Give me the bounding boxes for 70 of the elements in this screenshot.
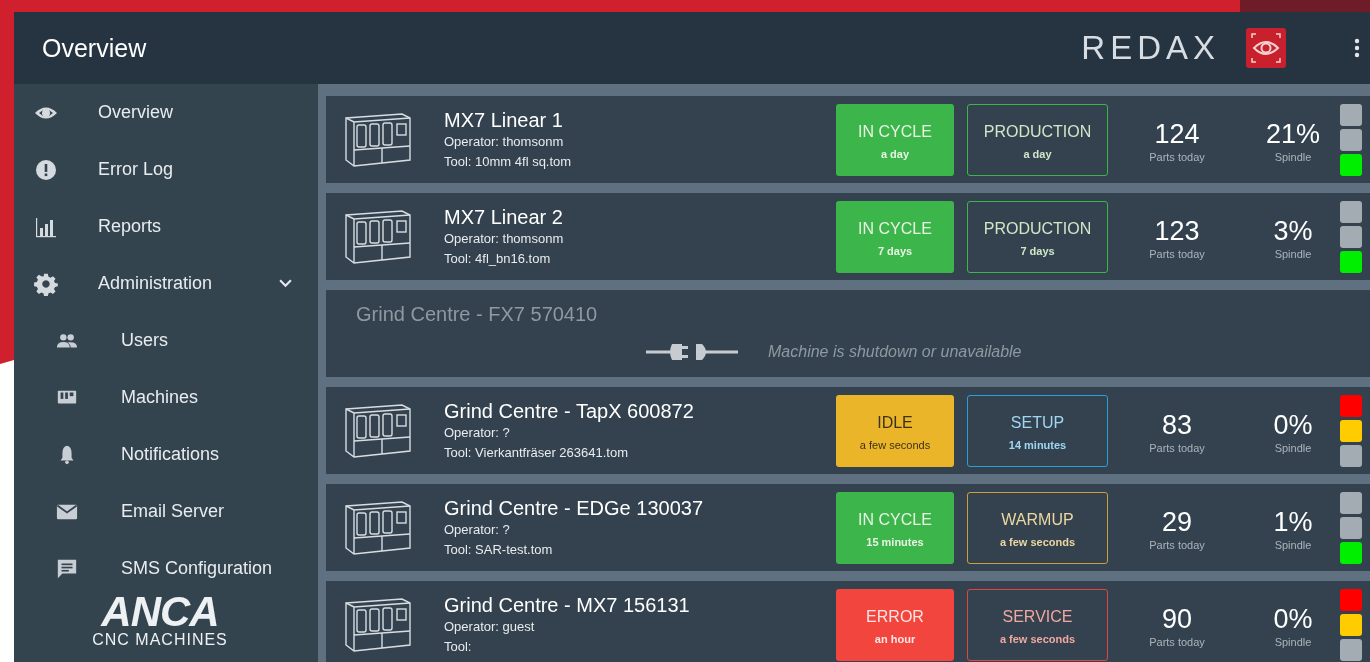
nav-item[interactable]: Administration bbox=[14, 255, 318, 312]
logo-tagline: CNC MACHINES bbox=[92, 631, 228, 649]
metric-label: Spindle bbox=[1274, 441, 1312, 454]
mode-tile: WARMUP a few seconds bbox=[967, 491, 1108, 564]
spindle-percent: 21% bbox=[1265, 117, 1320, 151]
machine-card[interactable]: Grind Centre - MX7 156131 Operator: guest Tool: ERROR an hour SERVICE a few seconds 90 Parts today 0% Spindle bbox=[326, 581, 1370, 662]
nav-item[interactable]: Users bbox=[14, 312, 318, 369]
machine-name: Grind Centre - EDGe 130037 bbox=[444, 495, 705, 520]
parts-count: 90 bbox=[1161, 602, 1192, 636]
alert-icon bbox=[34, 157, 58, 182]
tool-text: Tool: bbox=[444, 637, 473, 656]
tool-text: Tool: SAR-test.tom bbox=[444, 540, 554, 559]
chat-icon bbox=[56, 557, 78, 580]
gear-icon bbox=[34, 271, 58, 296]
chevron-icon bbox=[279, 279, 292, 288]
spindle-percent: 0% bbox=[1273, 602, 1313, 636]
nav-item[interactable]: Email Server bbox=[14, 483, 318, 540]
machine-name: MX7 Linear 1 bbox=[444, 107, 564, 132]
mode-tile: SERVICE a few seconds bbox=[967, 588, 1108, 661]
metric-label: Spindle bbox=[1274, 635, 1312, 648]
more-menu-icon[interactable] bbox=[1354, 38, 1360, 58]
status-tile: IDLE a few seconds bbox=[836, 394, 954, 467]
machine-name: Grind Centre - TapX 600872 bbox=[444, 398, 695, 423]
machine-name: Grind Centre - MX7 156131 bbox=[444, 592, 691, 617]
parts-count: 124 bbox=[1154, 117, 1200, 151]
nav-item[interactable]: Reports bbox=[14, 198, 318, 255]
nav-item[interactable]: Notifications bbox=[14, 426, 318, 483]
parts-count: 83 bbox=[1161, 408, 1192, 442]
machine-card[interactable]: MX7 Linear 2 Operator: thomsonm Tool: 4fl_bn16.tom IN CYCLE 7 days PRODUCTION 7 days 123 Parts today 3% Spindle bbox=[326, 193, 1370, 280]
operator-text: Operator: thomsonm bbox=[444, 132, 565, 151]
eye-logo-icon bbox=[1246, 28, 1286, 68]
mode-tile: SETUP 14 minutes bbox=[967, 394, 1108, 467]
metric-label: Parts today bbox=[1149, 635, 1205, 648]
spindle-percent: 0% bbox=[1273, 408, 1313, 442]
status-tile: IN CYCLE a day bbox=[836, 103, 954, 176]
machine-name: MX7 Linear 2 bbox=[444, 204, 564, 229]
nav-item[interactable]: Machines bbox=[14, 369, 318, 426]
machine-name: Grind Centre - FX7 570410 bbox=[356, 303, 599, 326]
machine-card[interactable]: Grind Centre - FX7 570410 Machine is shutdown or unavailable bbox=[326, 290, 1370, 377]
operator-text: Operator: guest bbox=[444, 617, 536, 636]
metric-label: Spindle bbox=[1274, 538, 1312, 551]
metric-label: Spindle bbox=[1274, 150, 1312, 163]
nav-item[interactable]: Overview bbox=[14, 84, 318, 141]
status-tile: IN CYCLE 15 minutes bbox=[836, 491, 954, 564]
page-title: Overview bbox=[42, 33, 148, 63]
metric-label: Parts today bbox=[1149, 150, 1205, 163]
spindle-percent: 3% bbox=[1273, 214, 1313, 248]
tool-text: Tool: 4fl_bn16.tom bbox=[444, 249, 552, 268]
machine-card[interactable]: Grind Centre - EDGe 130037 Operator: ? Tool: SAR-test.tom IN CYCLE 15 minutes WARMUP a few seconds 29 Parts today 1% Spindle bbox=[326, 484, 1370, 571]
tool-text: Tool: Vierkantfräser 263641.tom bbox=[444, 443, 630, 462]
nav-item[interactable]: Error Log bbox=[14, 141, 318, 198]
brand-name: REDAX bbox=[1081, 29, 1220, 67]
mode-tile: PRODUCTION a day bbox=[967, 103, 1108, 176]
parts-count: 123 bbox=[1154, 214, 1200, 248]
spindle-percent: 1% bbox=[1273, 505, 1313, 539]
operator-text: Operator: ? bbox=[444, 520, 511, 539]
offline-message: Machine is shutdown or unavailable bbox=[768, 343, 1022, 361]
metric-label: Parts today bbox=[1149, 538, 1205, 551]
operator-text: Operator: ? bbox=[444, 423, 511, 442]
machine-card[interactable]: MX7 Linear 1 Operator: thomsonm Tool: 10mm 4fl sq.tom IN CYCLE a day PRODUCTION a day 124 Parts today 21% Spindle bbox=[326, 96, 1370, 183]
metric-label: Parts today bbox=[1149, 247, 1205, 260]
metric-label: Parts today bbox=[1149, 441, 1205, 454]
machine-card[interactable]: Grind Centre - TapX 600872 Operator: ? Tool: Vierkantfräser 263641.tom IDLE a few seconds SETUP 14 minutes 83 Parts today 0% Spindle bbox=[326, 387, 1370, 474]
status-tile: ERROR an hour bbox=[836, 588, 954, 661]
status-tile: IN CYCLE 7 days bbox=[836, 200, 954, 273]
operator-text: Operator: thomsonm bbox=[444, 229, 565, 248]
mode-tile: PRODUCTION 7 days bbox=[967, 200, 1108, 273]
metric-label: Spindle bbox=[1274, 247, 1312, 260]
tool-text: Tool: 10mm 4fl sq.tom bbox=[444, 152, 573, 171]
parts-count: 29 bbox=[1161, 505, 1192, 539]
